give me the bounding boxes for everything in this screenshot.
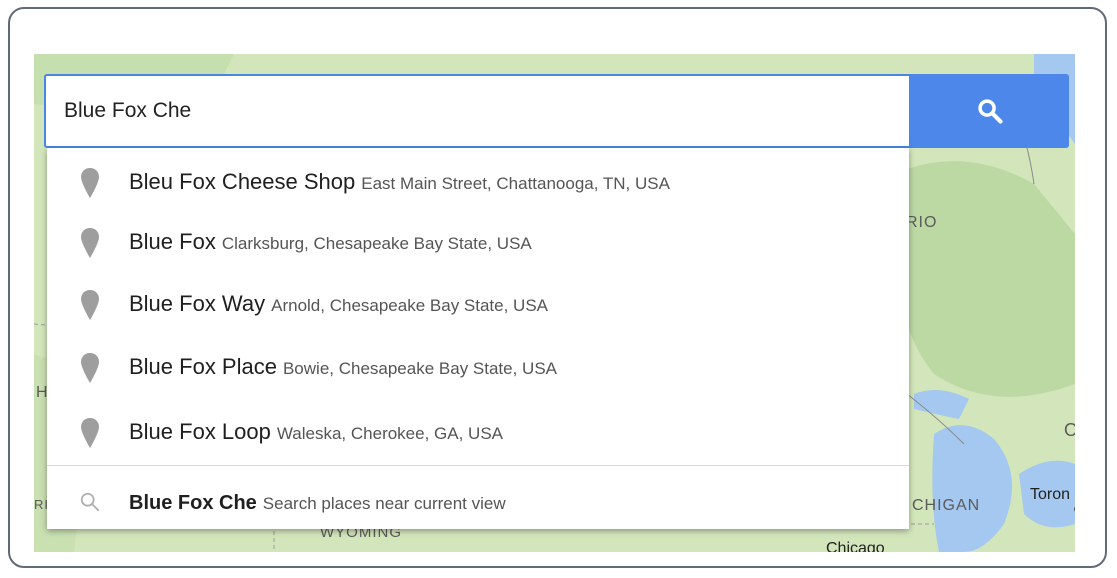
suggestion-address: Arnold, Chesapeake Bay State, USA xyxy=(271,296,549,315)
suggestion-text: Blue Fox Loop Waleska, Cherokee, GA, USA xyxy=(129,419,503,445)
search-near-text: Blue Fox Che Search places near current v… xyxy=(129,492,506,515)
suggestion-address: East Main Street, Chattanooga, TN, USA xyxy=(361,174,670,193)
search-icon xyxy=(978,99,1003,124)
search-bar xyxy=(44,74,1069,148)
suggestion-text: Blue Fox Place Bowie, Chesapeake Bay Stat… xyxy=(129,354,557,380)
search-button[interactable] xyxy=(911,74,1069,148)
suggestion-item[interactable]: Blue Fox Way Arnold, Chesapeake Bay State… xyxy=(47,274,909,334)
map-label-toronto: Toron xyxy=(1030,486,1071,503)
map-pin-icon xyxy=(81,290,99,320)
map-pin-icon xyxy=(81,418,99,448)
suggestion-name: Blue Fox xyxy=(129,229,216,254)
suggestion-address: Clarksburg, Chesapeake Bay State, USA xyxy=(221,234,532,253)
suggestion-item[interactable]: Bleu Fox Cheese Shop East Main Street, Ch… xyxy=(47,152,909,212)
suggestion-text: Blue Fox Clarksburg, Chesapeake Bay State… xyxy=(129,229,532,255)
suggestion-item[interactable]: Blue Fox Place Bowie, Chesapeake Bay Stat… xyxy=(47,337,909,397)
suggestion-item[interactable]: Blue Fox Loop Waleska, Cherokee, GA, USA xyxy=(47,402,909,462)
search-input-container xyxy=(44,74,911,148)
dropdown-divider xyxy=(47,465,909,466)
search-near-query: Blue Fox Che xyxy=(129,491,257,514)
map-pin-icon xyxy=(81,353,99,383)
suggestion-text: Blue Fox Way Arnold, Chesapeake Bay State… xyxy=(129,291,548,317)
map-pin-icon xyxy=(81,228,99,258)
autocomplete-dropdown: Bleu Fox Cheese Shop East Main Street, Ch… xyxy=(47,148,909,529)
search-input[interactable] xyxy=(46,76,864,146)
suggestion-address: Waleska, Cherokee, GA, USA xyxy=(276,424,503,443)
suggestion-text: Bleu Fox Cheese Shop East Main Street, Ch… xyxy=(129,169,670,195)
suggestion-address: Bowie, Chesapeake Bay State, USA xyxy=(282,359,558,378)
map-label-rio: RIO xyxy=(906,214,938,231)
suggestion-name: Blue Fox Place xyxy=(129,354,277,379)
search-near-hint: Search places near current view xyxy=(262,493,506,513)
map-label-chigan: CHIGAN xyxy=(912,497,981,514)
suggestion-name: Blue Fox Loop xyxy=(129,419,271,444)
suggestion-name: Blue Fox Way xyxy=(129,291,266,316)
suggestion-item[interactable]: Blue Fox Clarksburg, Chesapeake Bay State… xyxy=(47,212,909,272)
map-label-chicago: Chicago xyxy=(826,540,885,552)
suggestion-name: Bleu Fox Cheese Shop xyxy=(129,169,356,194)
map-pin-icon xyxy=(81,168,99,198)
map-label-o: O xyxy=(1064,420,1075,440)
search-icon xyxy=(80,492,100,512)
search-near-view-item[interactable]: Blue Fox Che Search places near current v… xyxy=(47,473,909,533)
